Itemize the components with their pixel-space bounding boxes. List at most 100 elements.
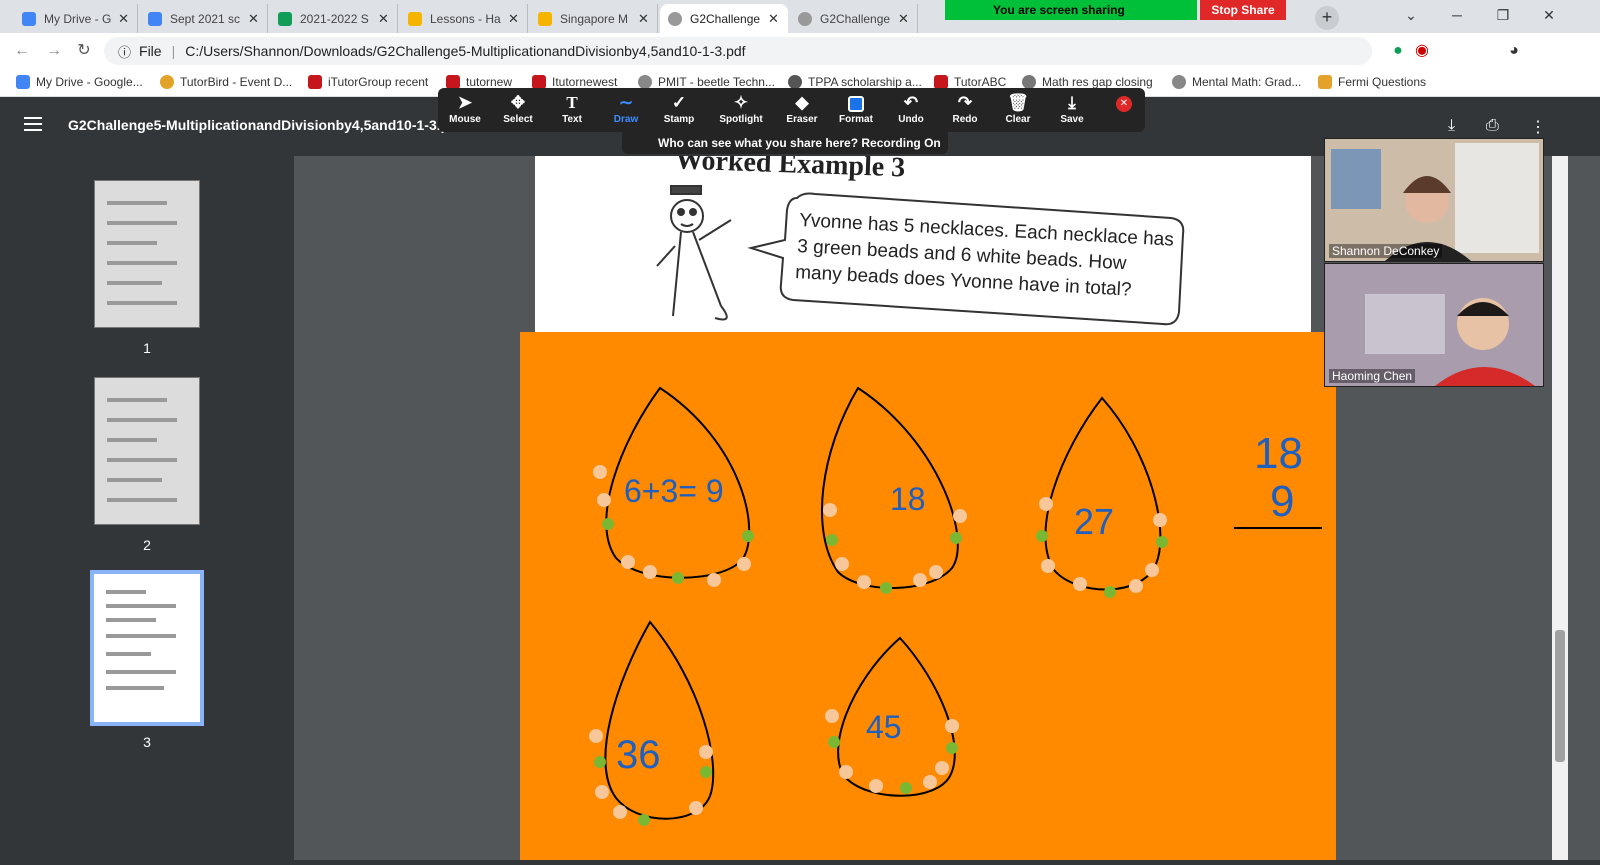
- tab-2021-2022[interactable]: 2021-2022 S ✕: [270, 4, 398, 33]
- mouse-tool[interactable]: ➤ Mouse: [438, 92, 492, 125]
- more-vert-icon[interactable]: ⋮: [1530, 117, 1546, 137]
- profile-avatar[interactable]: ◕: [1502, 39, 1526, 63]
- pdf-filename: G2Challenge5-MultiplicationandDivisionby…: [68, 117, 463, 133]
- globe-icon: [1022, 75, 1036, 89]
- tab-singapore[interactable]: Singapore M ✕: [530, 4, 658, 33]
- print-icon[interactable]: ⎙: [1486, 117, 1499, 135]
- ublock-icon[interactable]: ◉: [1410, 39, 1434, 63]
- bookmark-tppa[interactable]: TPPA scholarship a...: [788, 75, 922, 89]
- minimize-icon[interactable]: ─: [1434, 0, 1480, 33]
- worksheet-illustration: Worked Example 3 Yvonne has 5 necklaces.…: [656, 156, 1185, 326]
- drive-icon: [16, 75, 30, 89]
- tab-my-drive[interactable]: My Drive - G ✕: [14, 4, 138, 33]
- participant-image-1: [1325, 139, 1543, 261]
- compass-character-icon: [656, 185, 732, 321]
- draw-tool[interactable]: ∼ Draw: [599, 92, 653, 125]
- globe-icon: [638, 75, 652, 89]
- bookmark-math-res[interactable]: Math res gap closing: [1022, 75, 1153, 89]
- close-icon[interactable]: ✕: [118, 11, 129, 27]
- trash-icon: 🗑: [1007, 93, 1029, 112]
- bookmark-itutornewest[interactable]: Itutornewest: [532, 75, 617, 89]
- globe-icon: [1172, 75, 1186, 89]
- drawn-side-bottom: 9: [1270, 477, 1294, 526]
- select-tool[interactable]: ✥ Select: [491, 92, 545, 125]
- tutorbird-icon: [160, 75, 174, 89]
- singapore-icon: [538, 11, 552, 26]
- participant-image-2: [1325, 264, 1543, 386]
- page-thumbnail-1[interactable]: [94, 180, 200, 328]
- stamp-tool[interactable]: ✓ Stamp: [652, 92, 706, 125]
- thumbnail-sidebar: 1 2 3: [0, 156, 294, 860]
- close-icon[interactable]: ✕: [768, 11, 779, 27]
- bookmark-tutorbird[interactable]: TutorBird - Event D...: [160, 75, 292, 89]
- spotlight-tool[interactable]: ✧ Spotlight: [714, 92, 768, 125]
- redo-button[interactable]: ↷ Redo: [938, 92, 992, 125]
- close-icon[interactable]: ✕: [508, 11, 519, 27]
- itutor-icon: [446, 75, 460, 89]
- drawing-canvas[interactable]: 6+3= 9 18 27 36 45 18 9: [520, 332, 1336, 860]
- format-tool[interactable]: Format: [829, 92, 883, 125]
- tab-lessons[interactable]: Lessons - Ha ✕: [400, 4, 528, 33]
- clear-button[interactable]: 🗑 Clear: [991, 92, 1045, 125]
- move-icon: ✥: [510, 93, 526, 112]
- participant-video-1[interactable]: Shannon DeConkey: [1324, 138, 1544, 262]
- page-thumbnail-2[interactable]: [94, 377, 200, 525]
- bookmark-tutorabc[interactable]: TutorABC: [934, 75, 1006, 89]
- itutor-icon: [308, 75, 322, 89]
- restore-icon[interactable]: ❐: [1480, 0, 1526, 33]
- download-icon[interactable]: ⤓: [1448, 117, 1455, 135]
- tab-sept-2021[interactable]: Sept 2021 sc ✕: [140, 4, 268, 33]
- scrollbar-thumb[interactable]: [1555, 630, 1565, 762]
- drive-icon: [22, 11, 36, 26]
- recording-notice[interactable]: Who can see what you share here? Recordi…: [622, 132, 948, 154]
- docs-icon: [148, 11, 162, 26]
- undo-button[interactable]: ↶ Undo: [884, 92, 938, 125]
- tab-search-icon[interactable]: ⌄: [1388, 0, 1434, 33]
- save-button[interactable]: ⤓ Save: [1045, 92, 1099, 125]
- menu-icon[interactable]: [24, 117, 42, 131]
- stop-share-button[interactable]: Stop Share: [1200, 0, 1286, 20]
- drawn-label-3: 27: [1074, 501, 1114, 542]
- bookmark-fermi[interactable]: Fermi Questions: [1318, 75, 1426, 89]
- itutor-icon: [532, 75, 546, 89]
- address-bar[interactable]: ⓘ File | C:/Users/Shannon/Downloads/G2Ch…: [104, 37, 1372, 65]
- checkmark-icon: ✓: [671, 93, 687, 112]
- window-close-icon[interactable]: ✕: [1526, 0, 1572, 33]
- reload-icon[interactable]: ↻: [72, 39, 96, 63]
- drawn-label-5: 45: [866, 709, 902, 745]
- whiteboard-annotation-area[interactable]: 6+3= 9 18 27 36 45 18 9: [520, 332, 1336, 860]
- eraser-tool[interactable]: ◆ Eraser: [775, 92, 829, 125]
- info-icon[interactable]: ⓘ: [118, 42, 131, 61]
- sheets-icon: [278, 11, 292, 26]
- forward-icon[interactable]: →: [42, 39, 66, 63]
- close-icon[interactable]: ✕: [248, 11, 259, 27]
- participant-name-2: Haoming Chen: [1329, 369, 1416, 383]
- close-icon[interactable]: ✕: [898, 11, 909, 27]
- close-icon[interactable]: ✕: [378, 11, 389, 27]
- tab-g2challenge-active[interactable]: G2Challenge ✕: [660, 4, 788, 33]
- page-thumbnail-3-selected[interactable]: [90, 570, 204, 726]
- drawn-side-top: 18: [1254, 429, 1303, 478]
- back-icon[interactable]: ←: [10, 39, 34, 63]
- bookmark-itutorgroup[interactable]: iTutorGroup recent: [308, 75, 428, 89]
- bookmark-my-drive[interactable]: My Drive - Google...: [16, 75, 143, 89]
- bookmark-mental-math[interactable]: Mental Math: Grad...: [1172, 75, 1301, 89]
- bookmark-pmit[interactable]: PMIT - beetle Techn...: [638, 75, 775, 89]
- participant-video-2[interactable]: Haoming Chen: [1324, 263, 1544, 387]
- necklace-drop-3: [1044, 396, 1162, 591]
- globe-icon: [798, 11, 812, 26]
- text-icon: T: [566, 93, 578, 112]
- page-number-2: 2: [143, 537, 151, 553]
- close-icon[interactable]: ✕: [638, 11, 649, 27]
- pdf-page: Worked Example 3 Yvonne has 5 necklaces.…: [535, 156, 1311, 332]
- extension-icon[interactable]: ●: [1386, 39, 1410, 63]
- new-tab-button[interactable]: +: [1315, 6, 1339, 30]
- screen-sharing-banner: You are screen sharing: [945, 0, 1197, 20]
- fermi-icon: [1318, 75, 1332, 89]
- text-tool[interactable]: T Text: [545, 92, 599, 125]
- tab-g2challenge[interactable]: G2Challenge ✕: [790, 4, 918, 33]
- bookmark-tutornew[interactable]: tutornew: [446, 75, 512, 89]
- necklace-drop-4: [604, 620, 715, 820]
- worked-example-heading: Worked Example 3: [675, 156, 906, 183]
- close-annotation-icon[interactable]: ✕: [1116, 96, 1132, 112]
